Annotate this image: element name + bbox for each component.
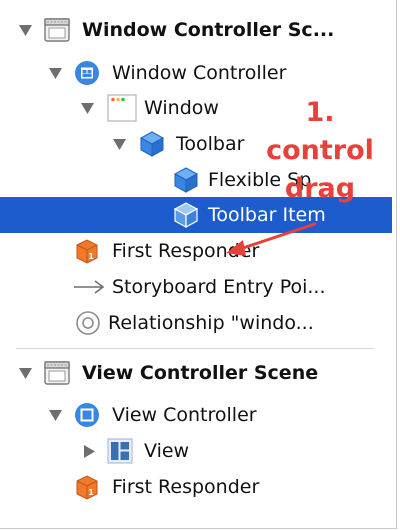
item-label: Relationship "windo... xyxy=(108,312,314,334)
item-label: First Responder xyxy=(112,476,260,498)
scene-icon xyxy=(44,17,70,43)
outline-item-first-responder[interactable]: 1 First Responder xyxy=(0,233,392,269)
outline-item-storyboard-entry-point[interactable]: Storyboard Entry Poi... xyxy=(0,269,392,305)
view-controller-icon xyxy=(74,402,100,428)
toolbar-cube-icon xyxy=(139,131,165,157)
item-label: First Responder xyxy=(112,240,260,262)
toolbar-item-cube-icon xyxy=(173,202,199,228)
window-icon xyxy=(106,94,138,122)
item-label: View xyxy=(144,440,190,462)
window-controller-icon xyxy=(74,60,100,86)
item-label: Window Controller xyxy=(112,62,287,84)
first-responder-icon: 1 xyxy=(74,474,100,500)
outline-item-first-responder[interactable]: 1 First Responder xyxy=(0,469,392,505)
outline-item-view[interactable]: View xyxy=(0,433,392,469)
first-responder-icon: 1 xyxy=(74,238,100,264)
document-outline: Window Controller Sc... Window Controlle… xyxy=(0,0,397,529)
annotation-line-1: 1. control xyxy=(266,97,374,166)
flexible-space-cube-icon xyxy=(173,167,199,193)
outline-item-relationship[interactable]: Relationship "windo... xyxy=(0,305,392,341)
outline-item-window-controller[interactable]: Window Controller xyxy=(0,55,392,91)
annotation-text: 1. control drag xyxy=(250,94,390,208)
scene-icon xyxy=(44,360,70,386)
scene-title: View Controller Scene xyxy=(82,362,319,384)
disclosure-triangle-collapsed-icon[interactable] xyxy=(82,444,96,458)
scene-header-view-controller[interactable]: View Controller Scene xyxy=(0,355,392,391)
outline-item-view-controller[interactable]: View Controller xyxy=(0,397,392,433)
disclosure-triangle-expanded-icon[interactable] xyxy=(80,101,94,115)
disclosure-triangle-expanded-icon[interactable] xyxy=(48,66,62,80)
scene-header-window-controller[interactable]: Window Controller Sc... xyxy=(0,12,392,48)
scene-title: Window Controller Sc... xyxy=(82,19,335,41)
scene-divider xyxy=(16,348,374,349)
annotation-line-2: drag xyxy=(284,173,356,204)
disclosure-triangle-expanded-icon[interactable] xyxy=(18,23,32,37)
disclosure-triangle-expanded-icon[interactable] xyxy=(48,408,62,422)
item-label: Storyboard Entry Poi... xyxy=(112,276,326,298)
view-icon xyxy=(107,438,133,464)
svg-text:1: 1 xyxy=(88,488,94,497)
item-label: Toolbar xyxy=(176,133,245,155)
svg-text:1: 1 xyxy=(88,252,94,261)
disclosure-triangle-expanded-icon[interactable] xyxy=(112,137,126,151)
item-label: Window xyxy=(144,97,219,119)
item-label: View Controller xyxy=(112,404,257,426)
entry-point-arrow-icon xyxy=(73,274,105,300)
disclosure-triangle-expanded-icon[interactable] xyxy=(18,366,32,380)
relationship-icon xyxy=(75,310,101,336)
